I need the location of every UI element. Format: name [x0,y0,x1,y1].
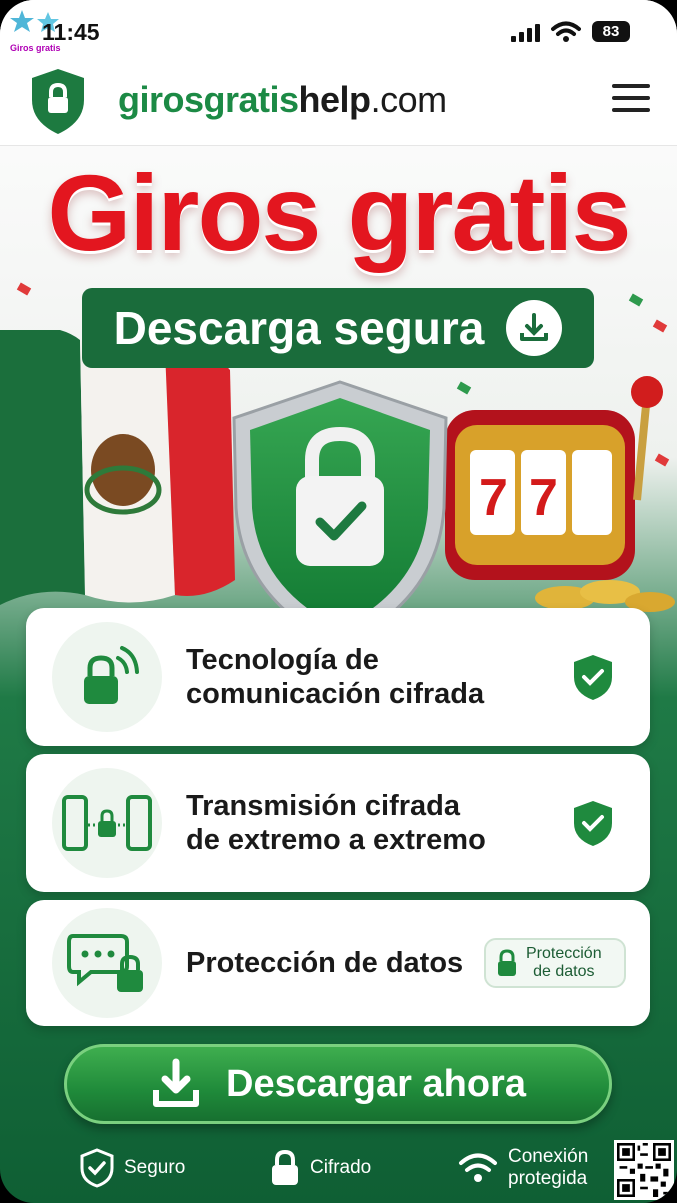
chat-lock-icon [52,908,162,1018]
secure-download-banner[interactable]: Descarga segura [82,288,594,368]
feature-line-2: comunicación cifrada [186,678,485,710]
badge-line-2: de datos [533,963,595,980]
feature-card-text: Tecnología de comunicación cifrada [186,643,484,711]
phone-screen: Giros gratis 11:45 83 girosgratishelp.co… [0,0,677,1203]
download-icon [153,1058,200,1107]
shield-check-icon [574,801,612,846]
wifi-icon [459,1153,497,1182]
footer-item-encrypted: Cifrado [270,1140,371,1196]
confetti [652,319,668,333]
brand-part-3: .com [370,79,448,120]
hero-title: Giros gratis [47,152,631,273]
confetti [16,282,32,296]
site-header: girosgratishelp.com [0,62,677,146]
shield-check-icon [574,655,612,700]
footer-label: Seguro [124,1157,186,1178]
phones-lock-icon [52,768,162,878]
site-brand[interactable]: girosgratishelp.com [118,79,447,121]
slot-machine-image: 7 7 [445,376,675,612]
footer-label-line-2: protegida [508,1168,588,1189]
brand-part-1: girosgratis [118,79,299,120]
brand-part-2: help [298,79,372,120]
status-bar: Giros gratis 11:45 83 [0,0,677,62]
shield-lock-logo-icon[interactable] [28,66,88,136]
mexico-flag-image [0,330,235,605]
confetti [628,293,644,307]
svg-text:7: 7 [529,469,558,527]
footer-item-secure: Seguro [80,1140,185,1196]
badge-text: Protección de datos [526,945,602,981]
download-now-button[interactable]: Descargar ahora [64,1044,612,1124]
secure-download-label: Descarga segura [113,302,485,354]
lock-icon [272,1149,298,1185]
feature-line-1: Tecnología de [186,644,379,676]
hamburger-menu-icon[interactable] [612,84,650,114]
footer-label-line-1: Conexión [508,1146,589,1167]
badge-line-1: Protección [526,945,602,962]
svg-text:7: 7 [479,469,508,527]
shield-check-icon [80,1148,114,1188]
feature-card-text: Transmisión cifrada de extremo a extremo [186,789,486,857]
footer-label: Cifrado [310,1157,372,1178]
feature-line-1: Protección de datos [186,947,464,979]
qr-code-icon[interactable] [614,1140,674,1200]
feature-line-1: Transmisión cifrada [186,790,460,822]
clock: 11:45 [42,19,100,45]
feature-line-2: de extremo a extremo [186,824,486,856]
signal-icon [511,24,540,42]
footer-item-protected-connection: Conexión protegida [458,1140,588,1196]
battery-indicator: 83 [592,21,630,42]
wireless-lock-icon [52,622,162,732]
wifi-icon [551,21,581,42]
feature-card-end-to-end[interactable]: Transmisión cifrada de extremo a extremo [26,754,650,892]
footer-label: Conexión protegida [508,1146,588,1190]
download-icon [506,300,563,356]
data-protection-badge: Protección de datos [484,938,626,988]
feature-card-data-protection[interactable]: Protección de datos Protección de datos [26,900,650,1026]
feature-card-text: Protección de datos [186,946,463,980]
download-now-label: Descargar ahora [226,1062,526,1105]
lock-icon [498,949,516,976]
feature-card-encrypted-tech[interactable]: Tecnología de comunicación cifrada [26,608,650,746]
